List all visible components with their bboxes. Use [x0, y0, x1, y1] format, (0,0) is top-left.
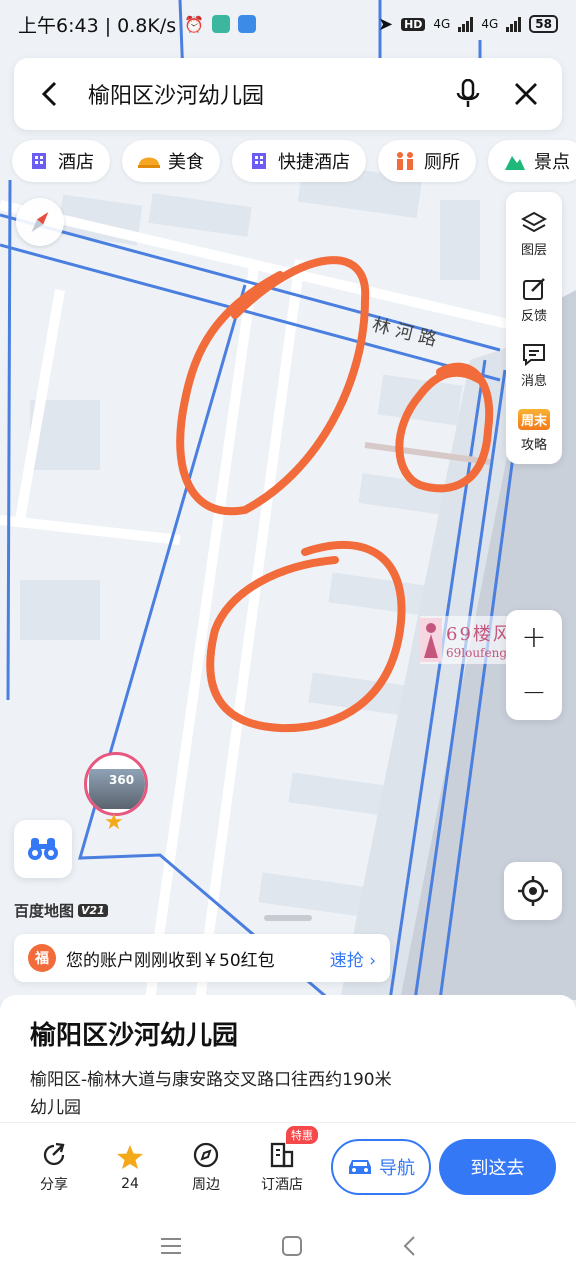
- go-here-button[interactable]: 到这去: [439, 1139, 556, 1195]
- feedback-button[interactable]: 反馈: [521, 268, 547, 334]
- tool-label: 图层: [520, 243, 547, 259]
- action-label: 分享: [40, 1176, 68, 1193]
- promo-banner[interactable]: 福 您的账户刚刚收到￥50红包 速抢 ›: [14, 934, 390, 982]
- crosshair-icon: [518, 876, 548, 906]
- tool-label: 攻略: [520, 438, 547, 454]
- action-label: 订酒店: [261, 1176, 303, 1193]
- feedback-icon: [522, 277, 545, 300]
- binoculars-button[interactable]: [14, 820, 72, 878]
- poi-photo-bubble: 360: [84, 752, 148, 816]
- poi-name: 榆阳区沙河幼儿园: [30, 1021, 239, 1051]
- status-time: 上午6:43 | 0.8K/s: [18, 14, 177, 37]
- share-icon: [43, 1142, 65, 1165]
- signal-icon: [458, 16, 474, 32]
- zoom-controls: + −: [506, 610, 562, 720]
- chip-hotel[interactable]: 酒店: [12, 140, 110, 182]
- scenic-icon: [504, 150, 526, 172]
- map-logo-version: V21: [78, 904, 108, 917]
- star-icon: [117, 1144, 143, 1169]
- toilet-icon: [394, 150, 416, 172]
- action-label: 24: [121, 1175, 139, 1192]
- tool-label: 反馈: [520, 308, 547, 324]
- favorite-button[interactable]: 24: [92, 1144, 168, 1192]
- locate-button[interactable]: [504, 862, 562, 920]
- search-input[interactable]: 榆阳区沙河幼儿园: [88, 78, 450, 110]
- tool-label: 消息: [520, 374, 547, 390]
- navigate-label: 导航: [379, 1158, 415, 1179]
- zoom-in-button[interactable]: +: [521, 622, 546, 653]
- poi-category: 幼儿园: [30, 1098, 81, 1118]
- book-hotel-button[interactable]: 特惠 订酒店: [244, 1125, 320, 1194]
- car-icon: [349, 1160, 371, 1174]
- map-logo: 百度地图 V21: [14, 900, 108, 921]
- binoculars-icon: [28, 838, 58, 860]
- chip-food[interactable]: 美食: [122, 140, 220, 182]
- back-icon[interactable]: [32, 76, 68, 112]
- alarm-icon: ⏰: [184, 14, 205, 34]
- action-bar: 分享 24 周边 特惠 订酒店 导航 到这去: [0, 1122, 576, 1212]
- guide-icon: 周末: [517, 409, 550, 431]
- microphone-icon[interactable]: [450, 76, 486, 112]
- chip-label: 酒店: [58, 152, 94, 173]
- signal-icon-2: [506, 16, 522, 32]
- search-bar[interactable]: 榆阳区沙河幼儿园: [14, 58, 562, 130]
- chip-toilet[interactable]: 厕所: [378, 140, 476, 182]
- express-hotel-icon: [248, 150, 270, 172]
- compass-icon: [193, 1142, 219, 1167]
- chip-label: 快捷酒店: [278, 152, 350, 173]
- status-bar: 上午6:43 | 0.8K/s ⏰ ➤ HD 4G 4G 58: [0, 0, 576, 48]
- watermark-figure-icon: [420, 618, 442, 662]
- category-chips: 酒店 美食 快捷酒店 厕所 景点: [12, 140, 576, 182]
- compass-icon[interactable]: [16, 198, 64, 246]
- poi-address: 榆阳区-榆林大道与康安路交叉路口往西约190米: [30, 1070, 392, 1090]
- zoom-out-button[interactable]: −: [521, 677, 546, 708]
- home-icon[interactable]: [281, 1235, 303, 1257]
- panorama-label: 360: [109, 773, 135, 787]
- layers-button[interactable]: 图层: [520, 202, 547, 268]
- chip-express-hotel[interactable]: 快捷酒店: [232, 140, 366, 182]
- nearby-button[interactable]: 周边: [168, 1142, 244, 1194]
- messages-button[interactable]: 消息: [521, 333, 547, 399]
- location-icon: ➤: [377, 13, 394, 35]
- chip-scenic[interactable]: 景点: [488, 140, 576, 182]
- hotel-book-icon: [270, 1142, 294, 1167]
- chip-label: 美食: [168, 152, 204, 173]
- hotel-icon: [28, 150, 50, 172]
- promo-text: 您的账户刚刚收到￥50红包: [66, 950, 275, 971]
- drag-handle[interactable]: [264, 915, 312, 921]
- poi-marker[interactable]: 360 ★: [84, 752, 148, 835]
- map-logo-text: 百度地图: [14, 902, 75, 920]
- network-label-1: 4G: [433, 17, 451, 31]
- share-button[interactable]: 分享: [16, 1142, 92, 1194]
- guide-button[interactable]: 周末 攻略: [517, 399, 550, 465]
- close-icon[interactable]: [508, 76, 544, 112]
- system-navigation-bar: [0, 1212, 576, 1280]
- hd-badge: HD: [401, 17, 426, 31]
- food-icon: [138, 150, 160, 172]
- red-packet-icon: 福: [28, 944, 56, 972]
- map-tool-panel: 图层 反馈 消息 周末 攻略: [506, 192, 562, 464]
- battery-indicator: 58: [529, 15, 558, 33]
- chip-label: 厕所: [424, 152, 460, 173]
- promo-link[interactable]: 速抢 ›: [330, 946, 376, 971]
- chip-label: 景点: [534, 152, 570, 173]
- app-notification-icon: [212, 15, 231, 33]
- star-icon: ★: [104, 810, 124, 835]
- navigate-button[interactable]: 导航: [331, 1139, 431, 1195]
- action-label: 周边: [192, 1176, 220, 1193]
- back-nav-icon[interactable]: [402, 1235, 416, 1257]
- gallery-notification-icon: [238, 15, 257, 33]
- network-label-2: 4G: [481, 17, 499, 31]
- layers-icon: [520, 212, 547, 233]
- message-icon: [522, 344, 545, 367]
- special-offer-badge: 特惠: [286, 1125, 318, 1144]
- menu-icon[interactable]: [160, 1237, 182, 1255]
